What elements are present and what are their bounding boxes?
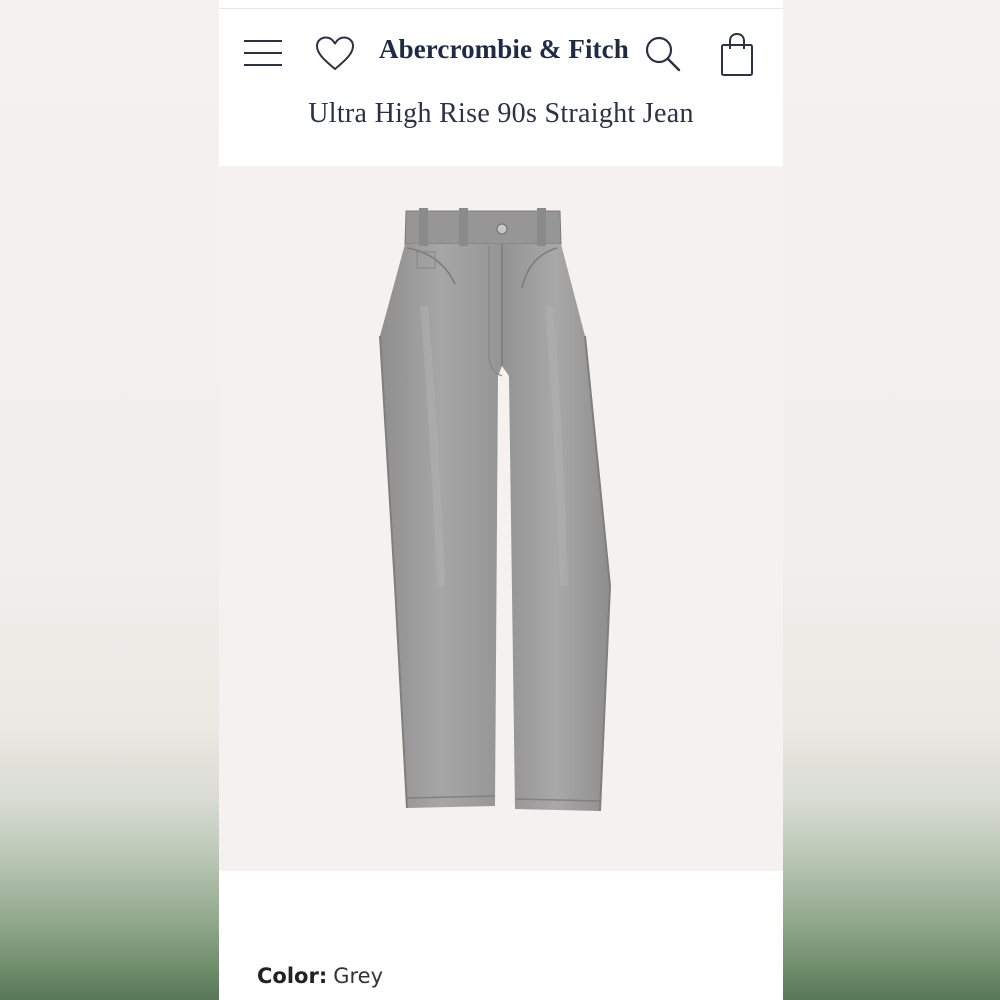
search-button[interactable]: [643, 34, 683, 74]
shopping-bag-icon: [721, 32, 753, 76]
wishlist-button[interactable]: [315, 36, 355, 72]
product-image[interactable]: [219, 166, 783, 871]
color-label: Color:: [257, 964, 328, 988]
top-navigation-bar: Abercrombie & Fitch: [219, 22, 783, 86]
mobile-product-page: Abercrombie & Fitch Ultra High Rise 90s …: [219, 0, 783, 1000]
menu-button[interactable]: [243, 38, 283, 68]
product-title: Ultra High Rise 90s Straight Jean: [308, 98, 694, 129]
top-divider: [219, 8, 783, 9]
search-icon: [645, 36, 681, 72]
color-value: Grey: [333, 964, 384, 988]
hamburger-menu-icon: [244, 40, 282, 66]
jeans-illustration: [379, 208, 612, 812]
shopping-bag-button[interactable]: [717, 32, 757, 78]
blurred-background-left: [0, 0, 219, 1000]
heart-icon: [316, 36, 354, 70]
brand-logo[interactable]: Abercrombie & Fitch: [379, 34, 629, 65]
color-selection: Color: Grey: [257, 964, 383, 988]
blurred-background-right: [783, 0, 1000, 1000]
